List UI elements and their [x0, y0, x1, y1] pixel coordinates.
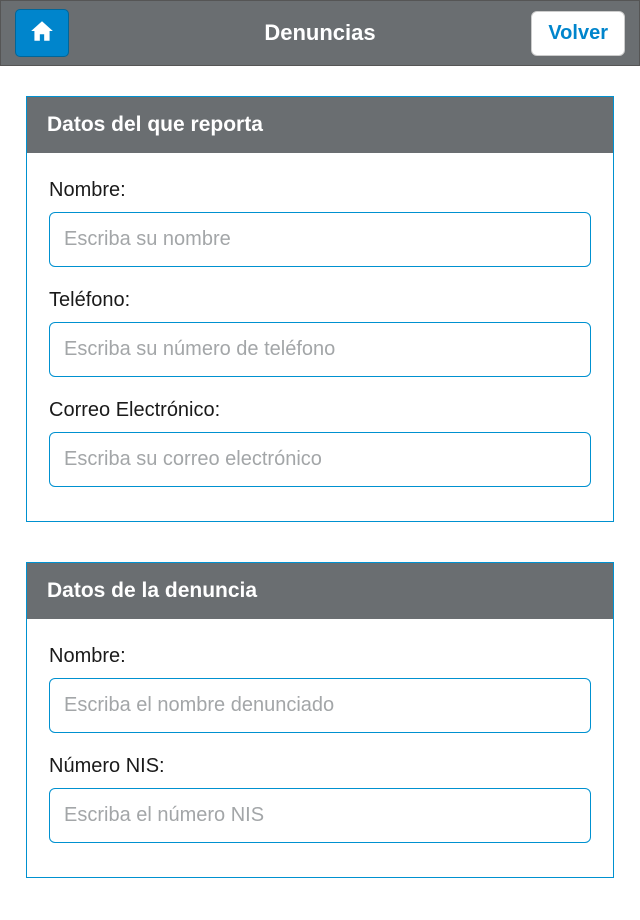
home-icon [29, 18, 55, 49]
reporter-name-label: Nombre: [49, 179, 591, 202]
reporter-name-group: Nombre: [49, 179, 591, 267]
home-button[interactable] [15, 9, 69, 57]
complaint-card-body: Nombre: Número NIS: [27, 619, 613, 877]
complaint-nis-input[interactable] [49, 788, 591, 843]
reporter-phone-label: Teléfono: [49, 289, 591, 312]
reporter-name-input[interactable] [49, 212, 591, 267]
reporter-phone-input[interactable] [49, 322, 591, 377]
page-title: Denuncias [264, 20, 375, 46]
reporter-card-title: Datos del que reporta [27, 97, 613, 153]
reporter-email-group: Correo Electrónico: [49, 399, 591, 487]
content-area: Datos del que reporta Nombre: Teléfono: … [0, 66, 640, 878]
complaint-nis-label: Número NIS: [49, 755, 591, 778]
reporter-phone-group: Teléfono: [49, 289, 591, 377]
complaint-card: Datos de la denuncia Nombre: Número NIS: [26, 562, 614, 878]
reporter-email-label: Correo Electrónico: [49, 399, 591, 422]
complaint-card-title: Datos de la denuncia [27, 563, 613, 619]
reporter-card: Datos del que reporta Nombre: Teléfono: … [26, 96, 614, 522]
app-header: Denuncias Volver [0, 0, 640, 66]
reporter-email-input[interactable] [49, 432, 591, 487]
complaint-nis-group: Número NIS: [49, 755, 591, 843]
back-button[interactable]: Volver [531, 11, 625, 56]
complaint-name-input[interactable] [49, 678, 591, 733]
reporter-card-body: Nombre: Teléfono: Correo Electrónico: [27, 153, 613, 521]
complaint-name-group: Nombre: [49, 645, 591, 733]
complaint-name-label: Nombre: [49, 645, 591, 668]
